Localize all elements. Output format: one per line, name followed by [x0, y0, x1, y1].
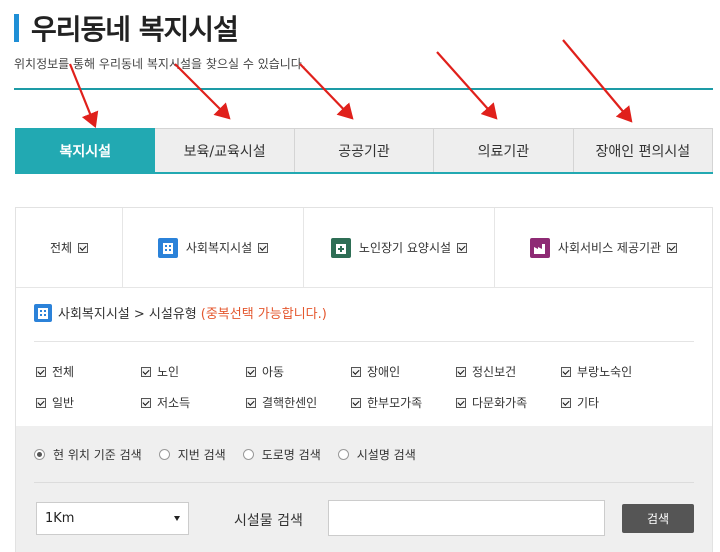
- search-mode-road-name[interactable]: 도로명 검색: [242, 446, 321, 463]
- search-button[interactable]: 검색: [622, 504, 694, 533]
- search-mode-lot-number[interactable]: 지번 검색: [158, 446, 226, 463]
- type-checkbox[interactable]: [456, 366, 466, 377]
- facility-search-input[interactable]: [328, 500, 605, 536]
- category-social-welfare[interactable]: 사회복지시설: [123, 208, 304, 287]
- type-label: 다문화가족: [472, 396, 528, 410]
- facility-type-breadcrumb: 사회복지시설 > 시설유형 (중복선택 가능합니다.): [34, 303, 327, 322]
- type-option-elderly[interactable]: 노인: [141, 363, 246, 380]
- radio-label: 도로명 검색: [261, 448, 321, 462]
- type-checkbox[interactable]: [141, 366, 151, 377]
- annotation-arrow: [174, 63, 231, 120]
- page-header: 우리동네 복지시설: [14, 8, 239, 48]
- type-checkbox[interactable]: [561, 397, 571, 408]
- type-checkbox[interactable]: [456, 397, 466, 408]
- building-icon: [157, 237, 178, 258]
- annotation-arrow: [299, 63, 354, 120]
- facility-search-label: 시설물 검색: [234, 513, 303, 529]
- type-label: 한부모가족: [367, 396, 423, 410]
- type-option-mental-health[interactable]: 정신보건: [456, 363, 561, 380]
- distance-value: 1Km: [45, 511, 75, 526]
- radio-button[interactable]: [337, 449, 349, 460]
- search-area: 현 위치 기준 검색 지번 검색 도로명 검색 시설명 검색 1Km 시설물 검…: [16, 426, 712, 552]
- type-label: 결핵한센인: [262, 396, 318, 410]
- category-social-service-checkbox[interactable]: [667, 242, 678, 253]
- category-social-welfare-label: 사회복지시설: [185, 241, 253, 255]
- type-option-children[interactable]: 아동: [246, 363, 351, 380]
- header-divider: [14, 88, 713, 90]
- title-accent-bar: [14, 14, 19, 42]
- building-icon: [34, 303, 52, 322]
- factory-icon: [529, 237, 550, 258]
- facility-type-path: 사회복지시설 > 시설유형: [58, 307, 197, 322]
- type-option-disabled[interactable]: 장애인: [351, 363, 456, 380]
- type-label: 노인: [157, 365, 180, 379]
- category-nursing-care-checkbox[interactable]: [457, 242, 468, 253]
- type-option-multicultural[interactable]: 다문화가족: [456, 394, 561, 411]
- annotation-arrow: [562, 39, 633, 123]
- search-divider: [34, 482, 694, 483]
- search-mode-group: 현 위치 기준 검색 지번 검색 도로명 검색 시설명 검색: [34, 446, 433, 463]
- search-mode-facility-name[interactable]: 시설명 검색: [337, 446, 416, 463]
- category-all-checkbox[interactable]: [78, 242, 89, 253]
- tab-public-institutions[interactable]: 공공기관: [294, 128, 435, 172]
- category-nursing-care[interactable]: 노인장기 요양시설: [304, 208, 495, 287]
- type-checkbox[interactable]: [36, 397, 46, 408]
- tab-disability-facilities[interactable]: 장애인 편의시설: [573, 128, 714, 172]
- type-label: 기타: [577, 396, 600, 410]
- type-checkbox[interactable]: [141, 397, 151, 408]
- type-label: 정신보건: [472, 365, 517, 379]
- type-checkbox[interactable]: [246, 366, 256, 377]
- category-nursing-care-label: 노인장기 요양시설: [358, 241, 452, 255]
- radio-button[interactable]: [158, 449, 170, 460]
- annotation-arrow: [68, 63, 99, 129]
- type-checkbox[interactable]: [36, 366, 46, 377]
- type-option-general[interactable]: 일반: [36, 394, 141, 411]
- nursing-facility-icon: [330, 237, 351, 258]
- type-label: 전체: [52, 365, 75, 379]
- radio-label: 시설명 검색: [356, 448, 416, 462]
- tab-welfare-facilities[interactable]: 복지시설: [15, 128, 156, 172]
- multi-select-hint: (중복선택 가능합니다.): [200, 307, 327, 322]
- facility-type-grid: 전체 노인 아동 장애인 정신보건 부랑노숙인 일반 저소득 결핵한센인 한부모…: [36, 363, 696, 411]
- chevron-down-icon: [174, 516, 180, 521]
- radio-button[interactable]: [34, 449, 45, 460]
- category-social-service-label: 사회서비스 제공기관: [557, 241, 662, 255]
- radio-label: 현 위치 기준 검색: [53, 448, 142, 462]
- annotation-arrow: [436, 51, 498, 120]
- category-all[interactable]: 전체: [16, 208, 123, 287]
- page-title: 우리동네 복지시설: [31, 13, 239, 46]
- distance-select[interactable]: 1Km: [36, 502, 189, 535]
- radio-button[interactable]: [242, 449, 254, 460]
- tab-medical-institutions[interactable]: 의료기관: [434, 128, 574, 172]
- type-option-other[interactable]: 기타: [561, 394, 666, 411]
- type-checkbox[interactable]: [561, 366, 571, 377]
- type-divider: [34, 341, 694, 342]
- type-option-single-parent[interactable]: 한부모가족: [351, 394, 456, 411]
- type-checkbox[interactable]: [351, 366, 361, 377]
- type-label: 일반: [52, 396, 75, 410]
- type-checkbox[interactable]: [246, 397, 256, 408]
- type-option-tuberculosis-leprosy[interactable]: 결핵한센인: [246, 394, 351, 411]
- page-subtitle: 위치정보를 통해 우리동네 복지시설을 찾으실 수 있습니다.: [14, 57, 306, 71]
- category-tabs: 복지시설 보육/교육시설 공공기관 의료기관 장애인 편의시설: [15, 128, 714, 174]
- type-checkbox[interactable]: [351, 397, 361, 408]
- type-label: 아동: [262, 365, 285, 379]
- radio-label: 지번 검색: [177, 448, 226, 462]
- type-option-low-income[interactable]: 저소득: [141, 394, 246, 411]
- filter-panel: 전체 사회복지시설 노인장기 요양시설 사회서비스 제공기관 사회복지시설 > …: [15, 207, 713, 552]
- category-social-welfare-checkbox[interactable]: [258, 242, 269, 253]
- tab-childcare-education[interactable]: 보육/교육시설: [155, 128, 295, 172]
- category-filter-row: 전체 사회복지시설 노인장기 요양시설 사회서비스 제공기관: [16, 208, 712, 288]
- type-label: 저소득: [157, 396, 191, 410]
- category-social-service[interactable]: 사회서비스 제공기관: [495, 208, 712, 287]
- type-label: 부랑노숙인: [577, 365, 633, 379]
- category-all-label: 전체: [49, 241, 73, 255]
- type-option-homeless[interactable]: 부랑노숙인: [561, 363, 666, 380]
- search-mode-current-location[interactable]: 현 위치 기준 검색: [34, 446, 142, 463]
- type-option-all[interactable]: 전체: [36, 363, 141, 380]
- type-label: 장애인: [367, 365, 401, 379]
